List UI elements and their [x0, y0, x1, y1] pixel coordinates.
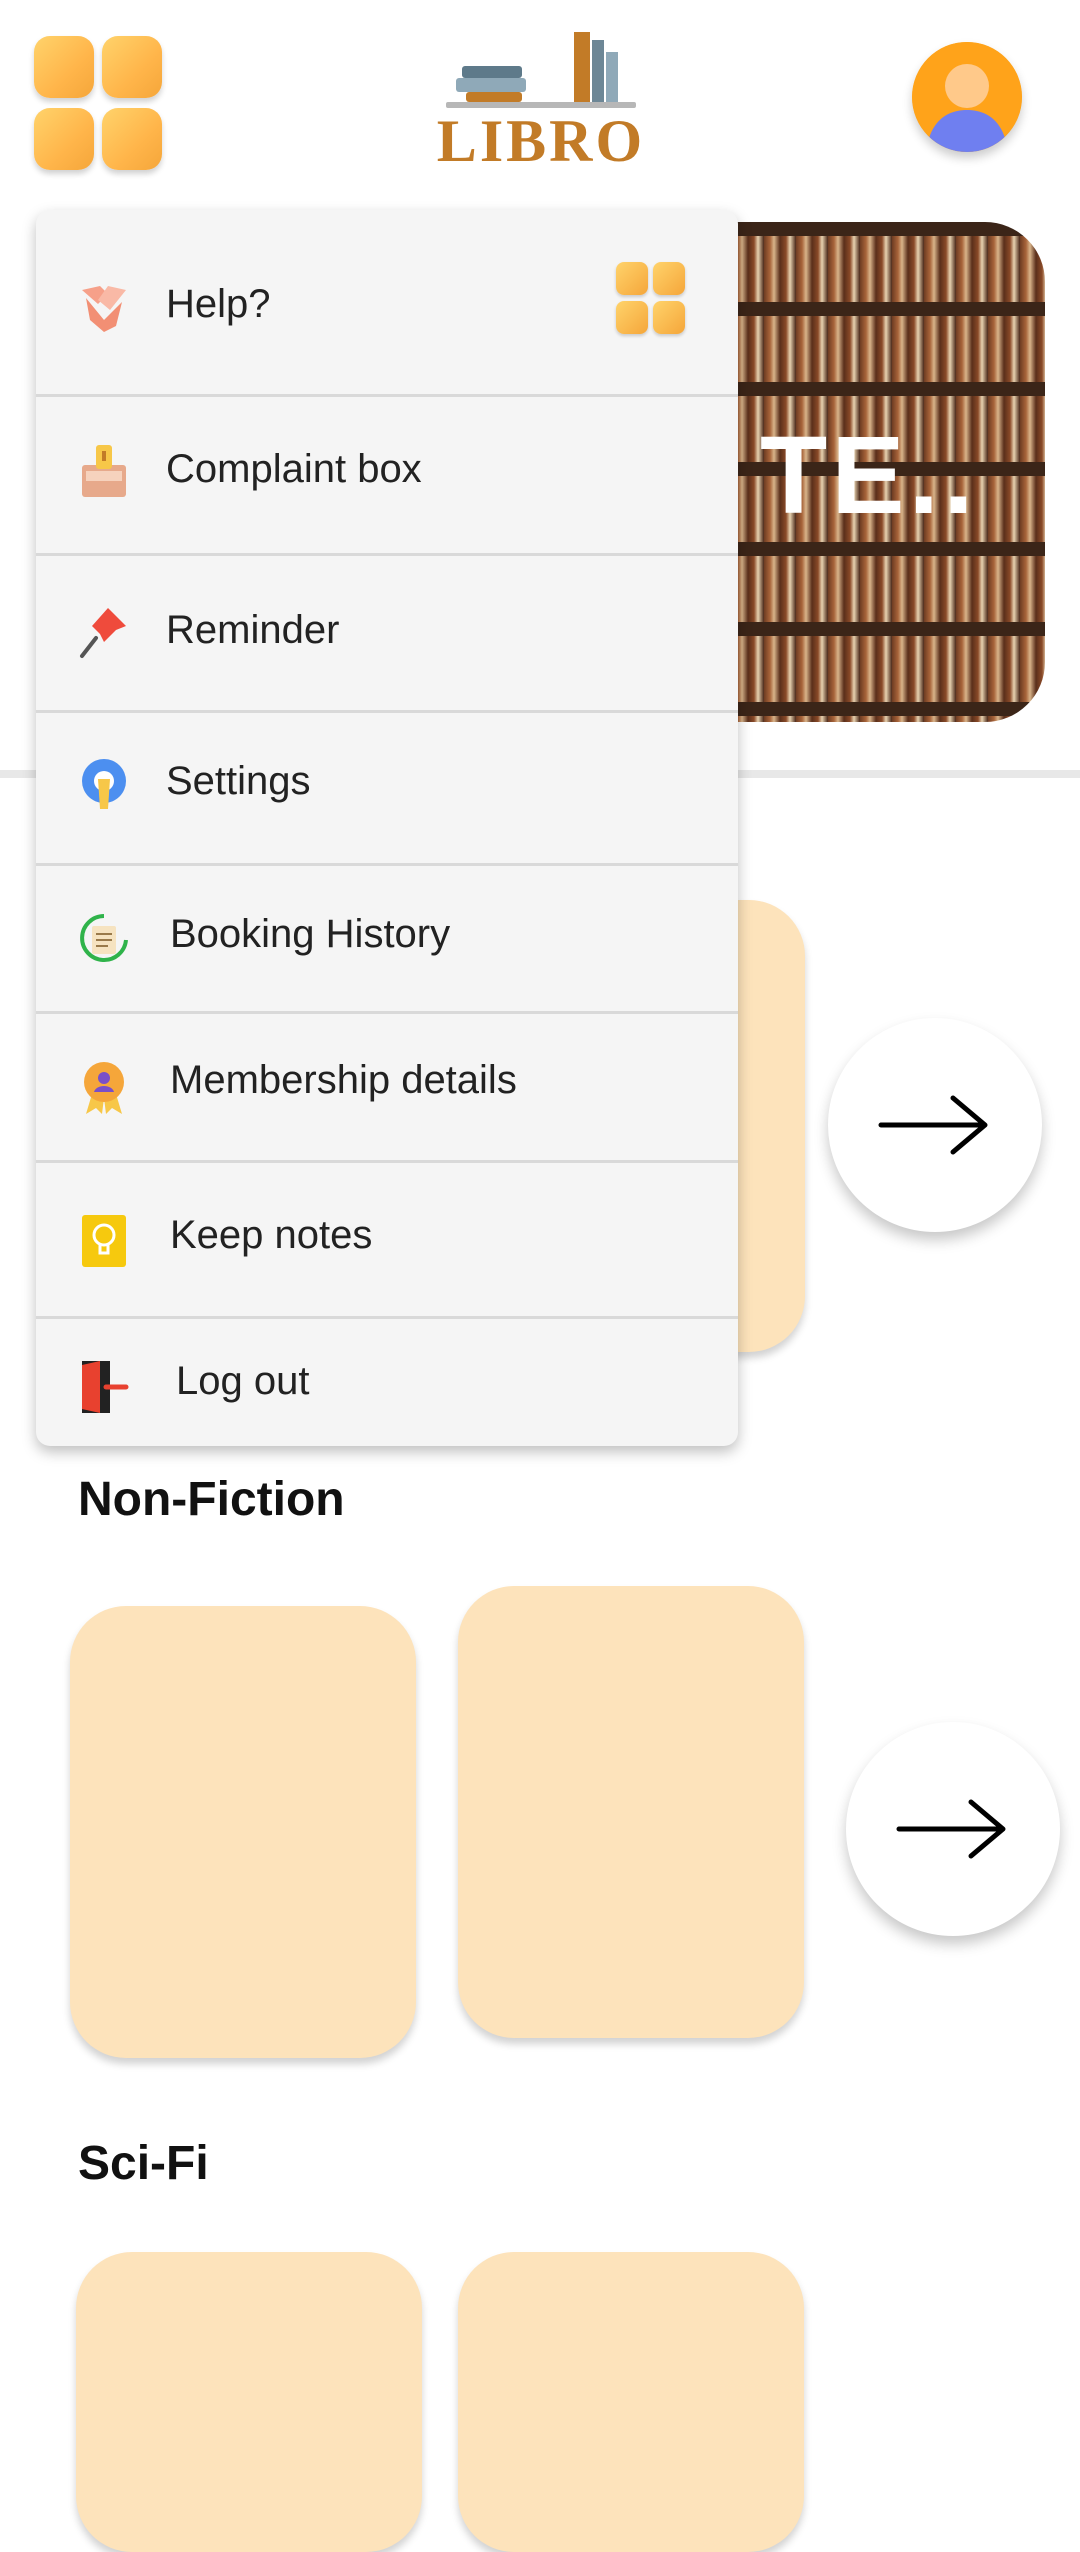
arrow-right-icon [896, 1799, 1006, 1859]
menu-item-label: Keep notes [170, 1213, 373, 1257]
menu-item-label: Complaint box [166, 447, 422, 491]
book-card[interactable] [458, 1586, 804, 2038]
menu-item-booking-history[interactable]: Booking History [36, 866, 738, 1016]
exit-door-icon [82, 1361, 129, 1413]
side-drawer-menu: Help? Complaint box Reminder Settings Bo… [36, 210, 738, 1446]
section-title-non-fiction: Non-Fiction [78, 1473, 345, 1526]
pushpin-icon [80, 608, 126, 658]
menu-item-help[interactable]: Help? [36, 210, 738, 396]
menu-item-label: Log out [176, 1359, 310, 1403]
arrow-right-icon [878, 1095, 988, 1155]
grid-menu-icon[interactable] [34, 36, 168, 176]
membership-badge-icon [84, 1062, 124, 1114]
books-logo-icon [446, 32, 636, 108]
menu-item-label: Settings [166, 759, 311, 803]
complaint-box-icon [82, 445, 126, 497]
next-arrow-button[interactable] [846, 1722, 1060, 1936]
menu-item-label: Help? [166, 282, 271, 326]
menu-item-label: Booking History [170, 912, 451, 956]
user-avatar-icon[interactable] [912, 42, 1022, 152]
book-card[interactable] [76, 2252, 422, 2552]
book-card[interactable] [458, 2252, 804, 2552]
book-card[interactable] [70, 1606, 416, 2058]
menu-item-settings[interactable]: Settings [36, 713, 738, 863]
app-logo: LIBRO [436, 26, 646, 176]
menu-item-keep-notes[interactable]: Keep notes [36, 1163, 738, 1317]
next-arrow-button[interactable] [828, 1018, 1042, 1232]
menu-item-complaint-box[interactable]: Complaint box [36, 397, 738, 553]
menu-item-log-out[interactable]: Log out [36, 1319, 738, 1446]
gear-wrench-icon [82, 759, 126, 809]
logo-text: LIBRO [436, 108, 646, 174]
history-doc-icon [80, 914, 128, 962]
menu-item-membership-details[interactable]: Membership details [36, 1014, 738, 1160]
menu-item-label: Reminder [166, 608, 340, 652]
handshake-icon [82, 286, 126, 332]
lightbulb-note-icon [82, 1215, 126, 1267]
hero-text: TE.. [760, 414, 978, 537]
menu-item-label: Membership details [170, 1058, 517, 1102]
section-title-sci-fi: Sci-Fi [78, 2137, 209, 2190]
menu-item-reminder[interactable]: Reminder [36, 556, 738, 708]
hero-banner[interactable]: TE.. [700, 222, 1045, 722]
